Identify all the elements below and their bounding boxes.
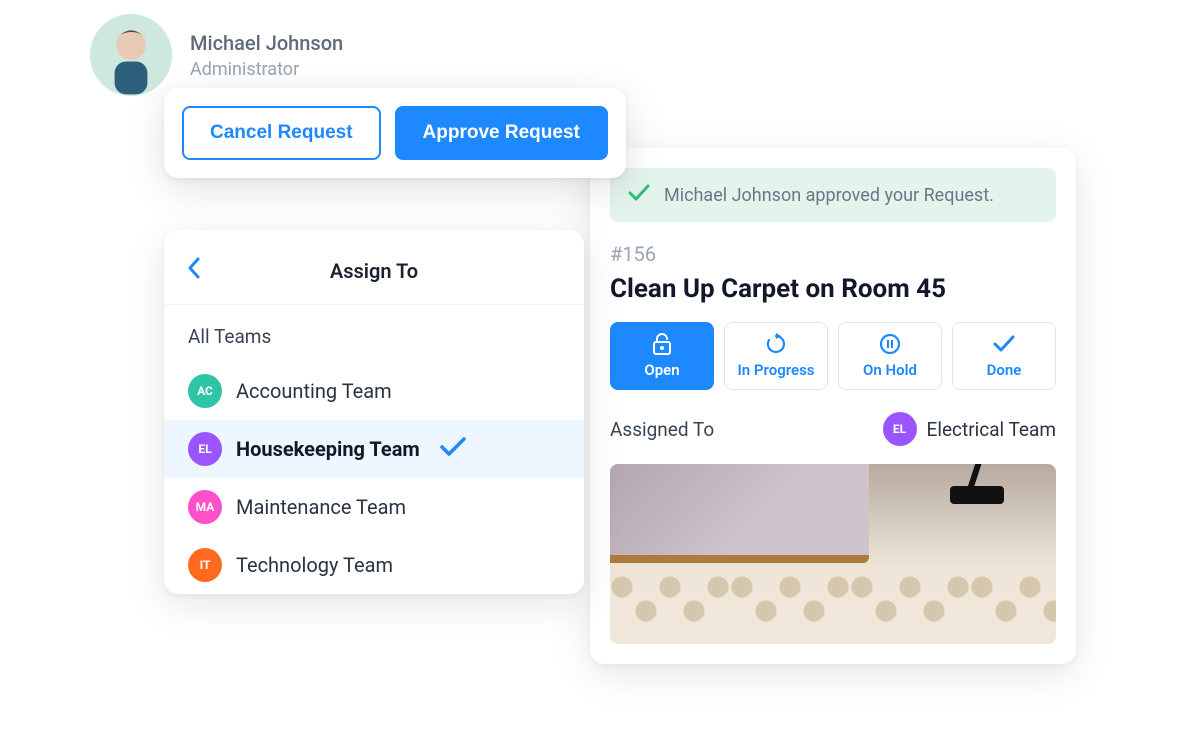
approve-request-button[interactable]: Approve Request [395,106,608,160]
status-on-hold[interactable]: On Hold [838,322,942,390]
cancel-request-button[interactable]: Cancel Request [182,106,381,160]
status-done[interactable]: Done [952,322,1056,390]
assigned-team-name: Electrical Team [927,418,1056,441]
status-open[interactable]: Open [610,322,714,390]
team-name: Accounting Team [236,379,392,403]
team-badge: EL [188,432,222,466]
check-icon [440,437,466,461]
status-label: On Hold [863,361,917,379]
refresh-icon [765,333,787,355]
team-name: Housekeeping Team [236,437,420,461]
team-name: Maintenance Team [236,495,406,519]
team-badge: IT [188,548,222,582]
approved-banner: Michael Johnson approved your Request. [610,168,1056,222]
team-badge: MA [188,490,222,524]
user-text: Michael Johnson Administrator [190,31,343,80]
approved-message: Michael Johnson approved your Request. [664,185,994,206]
back-icon[interactable] [186,256,200,286]
status-label: Open [644,361,679,379]
assigned-row: Assigned To EL Electrical Team [610,412,1056,446]
team-badge: AC [188,374,222,408]
team-row-housekeeping[interactable]: EL Housekeeping Team [164,420,584,478]
request-id: #156 [610,242,1056,266]
team-row-accounting[interactable]: AC Accounting Team [164,362,584,420]
unlock-icon [651,333,673,355]
team-name: Technology Team [236,553,393,577]
team-row-technology[interactable]: IT Technology Team [164,536,584,594]
assign-title: Assign To [330,259,418,283]
assigned-team[interactable]: EL Electrical Team [883,412,1056,446]
pause-icon [879,333,901,355]
status-label: Done [987,361,1022,379]
request-title: Clean Up Carpet on Room 45 [610,274,1056,304]
status-in-progress[interactable]: In Progress [724,322,828,390]
status-row: Open In Progress On Hold Done [610,322,1056,390]
status-label: In Progress [737,361,814,379]
request-photo [610,464,1056,644]
assigned-to-label: Assigned To [610,418,714,441]
user-block: Michael Johnson Administrator [90,14,343,96]
team-badge: EL [883,412,917,446]
avatar [90,14,172,96]
assign-header: Assign To [164,250,584,305]
team-row-maintenance[interactable]: MA Maintenance Team [164,478,584,536]
request-actions-card: Cancel Request Approve Request [164,88,626,178]
all-teams-label: All Teams [164,305,584,362]
request-detail-panel: Michael Johnson approved your Request. #… [590,148,1076,664]
check-icon [993,333,1015,355]
user-name: Michael Johnson [190,31,343,55]
assign-to-panel: Assign To All Teams AC Accounting Team E… [164,230,584,594]
user-role: Administrator [190,59,343,80]
check-icon [628,184,650,206]
